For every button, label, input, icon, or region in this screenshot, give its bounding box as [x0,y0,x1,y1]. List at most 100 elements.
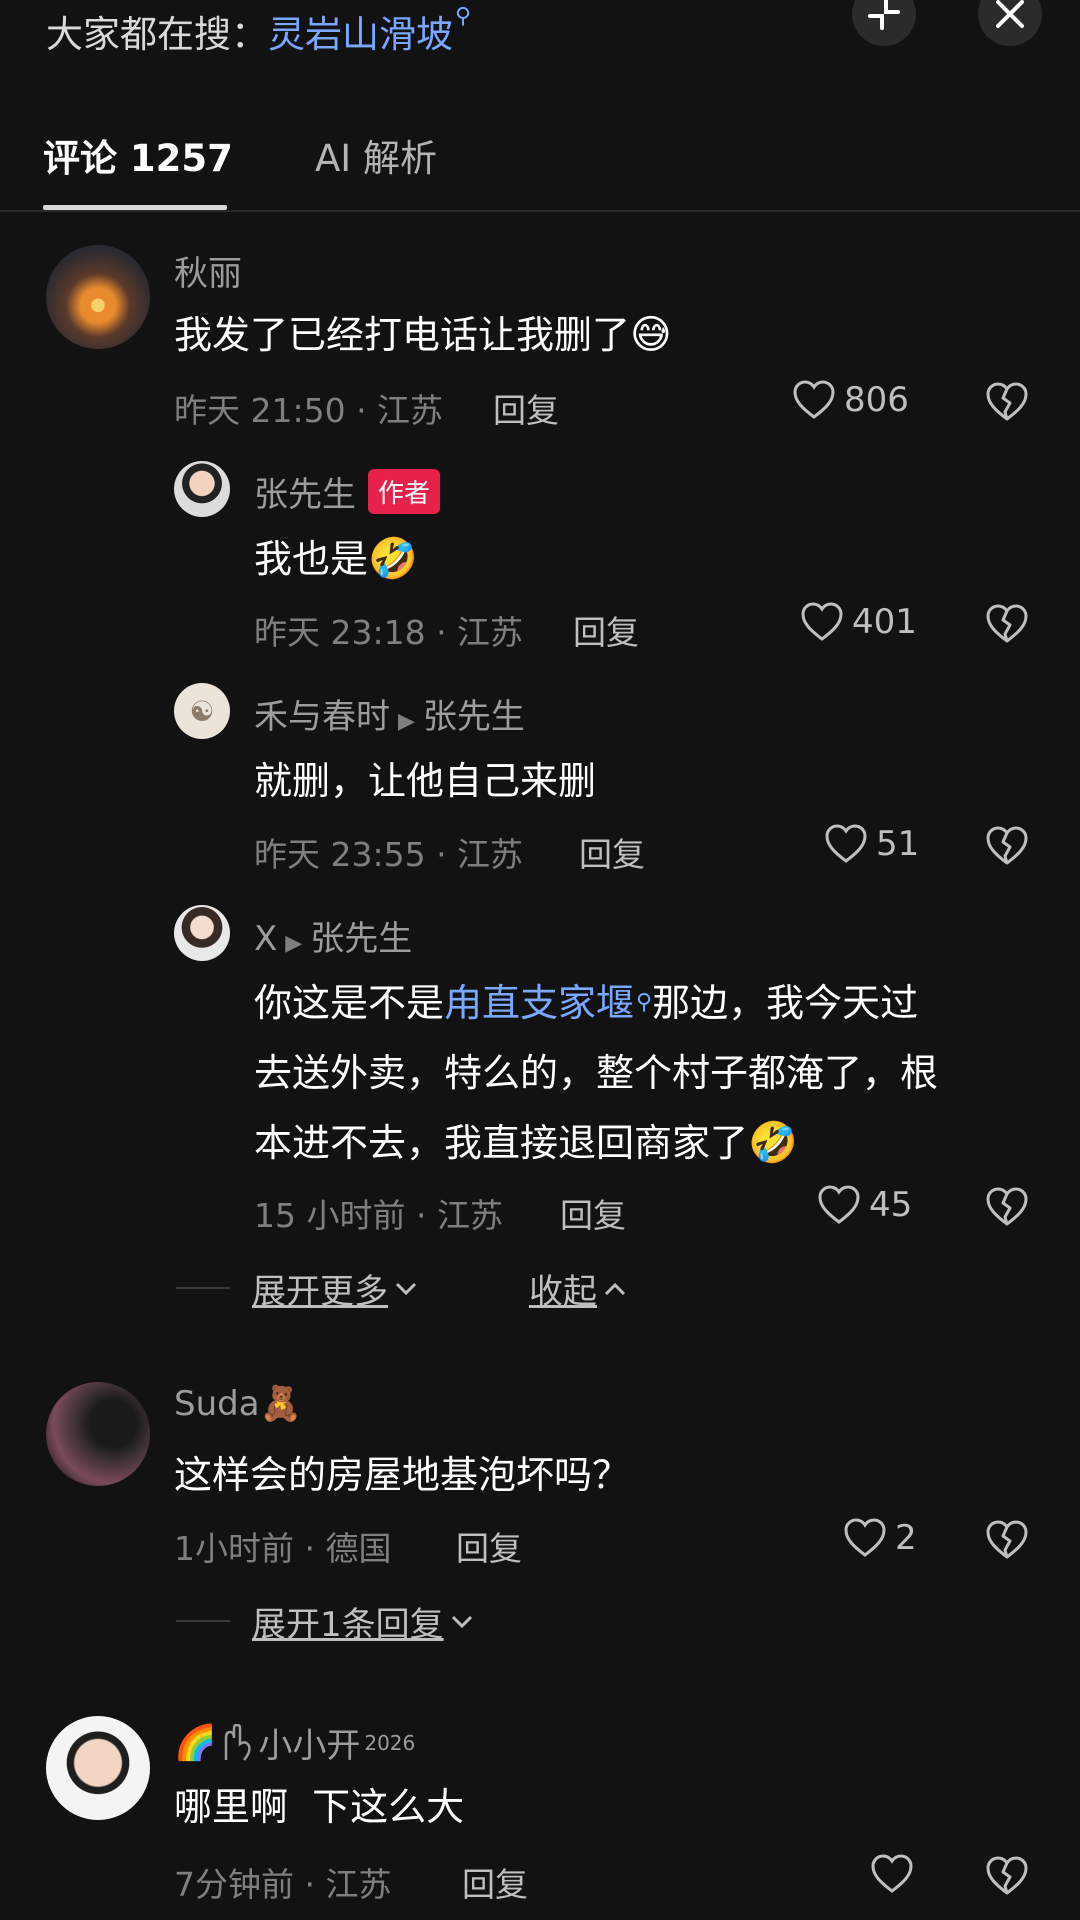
comment-body: 哪里啊 下这么大 [174,1785,465,1829]
reply-button[interactable]: 回复 [493,384,559,432]
like-button[interactable]: 806 [792,380,909,420]
comment-username[interactable]: 张先生 [254,467,356,516]
comment-body: 我也是 [254,537,369,581]
reply-button[interactable]: 回复 [560,1189,626,1237]
dislike-button[interactable] [985,382,1029,422]
comment-meta: 1小时前 · 德国 [174,1529,392,1568]
like-button[interactable]: 51 [824,824,919,864]
rofl-emoji: 🤣 [748,1120,798,1166]
comment-body: 去送外卖，特么的，整个村子都淹了，根 [254,1051,939,1095]
comment-body: 本进不去，我直接退回商家了 [254,1121,749,1165]
comment-username[interactable]: X [254,919,277,959]
comment-text: 你这是不是甪直支家堰⚲那边，我今天过 去送外卖，特么的，整个村子都淹了，根 本进… [254,968,1034,1178]
search-icon: ⚲ [455,4,472,29]
avatar[interactable] [174,461,230,517]
dislike-button[interactable] [985,604,1029,644]
comment-body: 这样会的房屋地基泡坏吗？ [174,1453,631,1497]
comment-text: 我发了已经打电话让我删了😅 [174,300,672,370]
grin-sweat-emoji: 😅 [630,312,672,358]
heart-icon [825,824,867,863]
comment-username[interactable]: 小小开 [258,1718,360,1767]
heart-icon [818,1185,860,1224]
heart-icon [871,1854,913,1893]
chevron-up-icon [604,1282,626,1295]
thread-divider [176,1620,230,1622]
like-button[interactable] [870,1854,914,1894]
search-term-link[interactable]: 灵岩山滑坡 [268,13,453,56]
reply-user-row: X ▶ 张先生 [254,911,412,960]
avatar[interactable] [46,1716,150,1820]
comment-username-row: Suda🧸 [174,1384,302,1424]
meditation-icon: ☯ [189,694,215,728]
chevron-down-icon [451,1615,472,1628]
place-search-link[interactable]: 甪直支家堰 [444,981,634,1025]
expand-more-label: 展开更多 [252,1272,388,1312]
heart-icon [801,602,843,641]
comment-meta: 15 小时前 · 江苏 [254,1196,503,1235]
dislike-button[interactable] [985,1520,1029,1560]
comment-meta: 昨天 23:18 · 江苏 [254,613,524,652]
search-icon: ⚲ [636,990,653,1015]
close-button[interactable] [978,0,1042,46]
comment-meta: 7分钟前 · 江苏 [174,1865,392,1904]
expand-replies-label: 展开1条回复 [252,1605,444,1645]
tab-divider [0,210,1080,212]
collapse-label: 收起 [529,1272,597,1312]
rofl-emoji: 🤣 [368,536,418,582]
dislike-button[interactable] [985,1856,1029,1896]
chevron-down-icon [395,1282,417,1295]
dislike-button[interactable] [985,1187,1029,1227]
broken-heart-icon [986,826,1028,865]
tab-comments[interactable]: 评论 1257 [43,128,233,182]
like-count: 51 [876,824,920,864]
reply-user-row: 禾与春时 ▶ 张先生 [254,689,525,738]
expand-more-button[interactable]: 展开更多 [252,1264,418,1313]
comment-username[interactable]: 禾与春时 [254,697,390,737]
comment-body: 你这是不是 [254,981,445,1025]
minimize-button[interactable] [852,0,916,46]
reply-target-username[interactable]: 张先生 [310,919,412,959]
comment-username[interactable]: Suda [174,1384,260,1424]
reply-arrow-icon: ▶ [285,931,303,956]
hand-icon [225,1723,252,1761]
avatar[interactable]: ☯ [174,683,230,739]
avatar[interactable] [46,245,150,349]
broken-heart-icon [986,1856,1028,1895]
like-count: 806 [844,380,909,420]
search-suggestion[interactable]: 大家都在搜：灵岩山滑坡⚲ [46,4,471,58]
collapse-icon [868,0,900,30]
rainbow-emoji: 🌈 [174,1722,217,1763]
reply-button[interactable]: 回复 [456,1522,522,1570]
dislike-button[interactable] [985,826,1029,866]
reply-target-username[interactable]: 张先生 [423,697,525,737]
comment-body: 那边，我今天过 [652,981,919,1025]
thread-divider [176,1287,230,1289]
comment-meta: 昨天 23:55 · 江苏 [254,835,524,874]
comment-body: 就删，让他自己来删 [254,759,597,803]
comment-username[interactable]: 秋丽 [174,246,242,295]
reply-button[interactable]: 回复 [579,828,645,876]
comment-body: 我发了已经打电话让我删了 [174,313,631,357]
like-button[interactable]: 401 [800,602,917,642]
broken-heart-icon [986,382,1028,421]
broken-heart-icon [986,1520,1028,1559]
search-prefix-label: 大家都在搜： [46,13,268,56]
tab-ai-analysis[interactable]: AI 解析 [315,128,437,182]
search-suggestion-bar: 大家都在搜：灵岩山滑坡⚲ [0,0,1080,70]
reply-button[interactable]: 回复 [573,606,639,654]
teddy-bear-emoji: 🧸 [259,1384,302,1424]
user-tag: 2026 [364,1730,416,1755]
avatar[interactable] [174,905,230,961]
like-button[interactable]: 45 [817,1185,912,1225]
reply-arrow-icon: ▶ [398,709,415,734]
like-button[interactable]: 2 [843,1518,917,1558]
avatar[interactable] [46,1382,150,1486]
collapse-button[interactable]: 收起 [529,1264,627,1313]
reply-user-row: 张先生 作者 [254,467,441,516]
author-badge: 作者 [368,469,441,514]
reply-button[interactable]: 回复 [462,1858,528,1906]
expand-replies-button[interactable]: 展开1条回复 [252,1597,474,1646]
like-count: 401 [852,602,917,642]
broken-heart-icon [986,1187,1028,1226]
comment-text: 我也是🤣 [254,524,418,594]
